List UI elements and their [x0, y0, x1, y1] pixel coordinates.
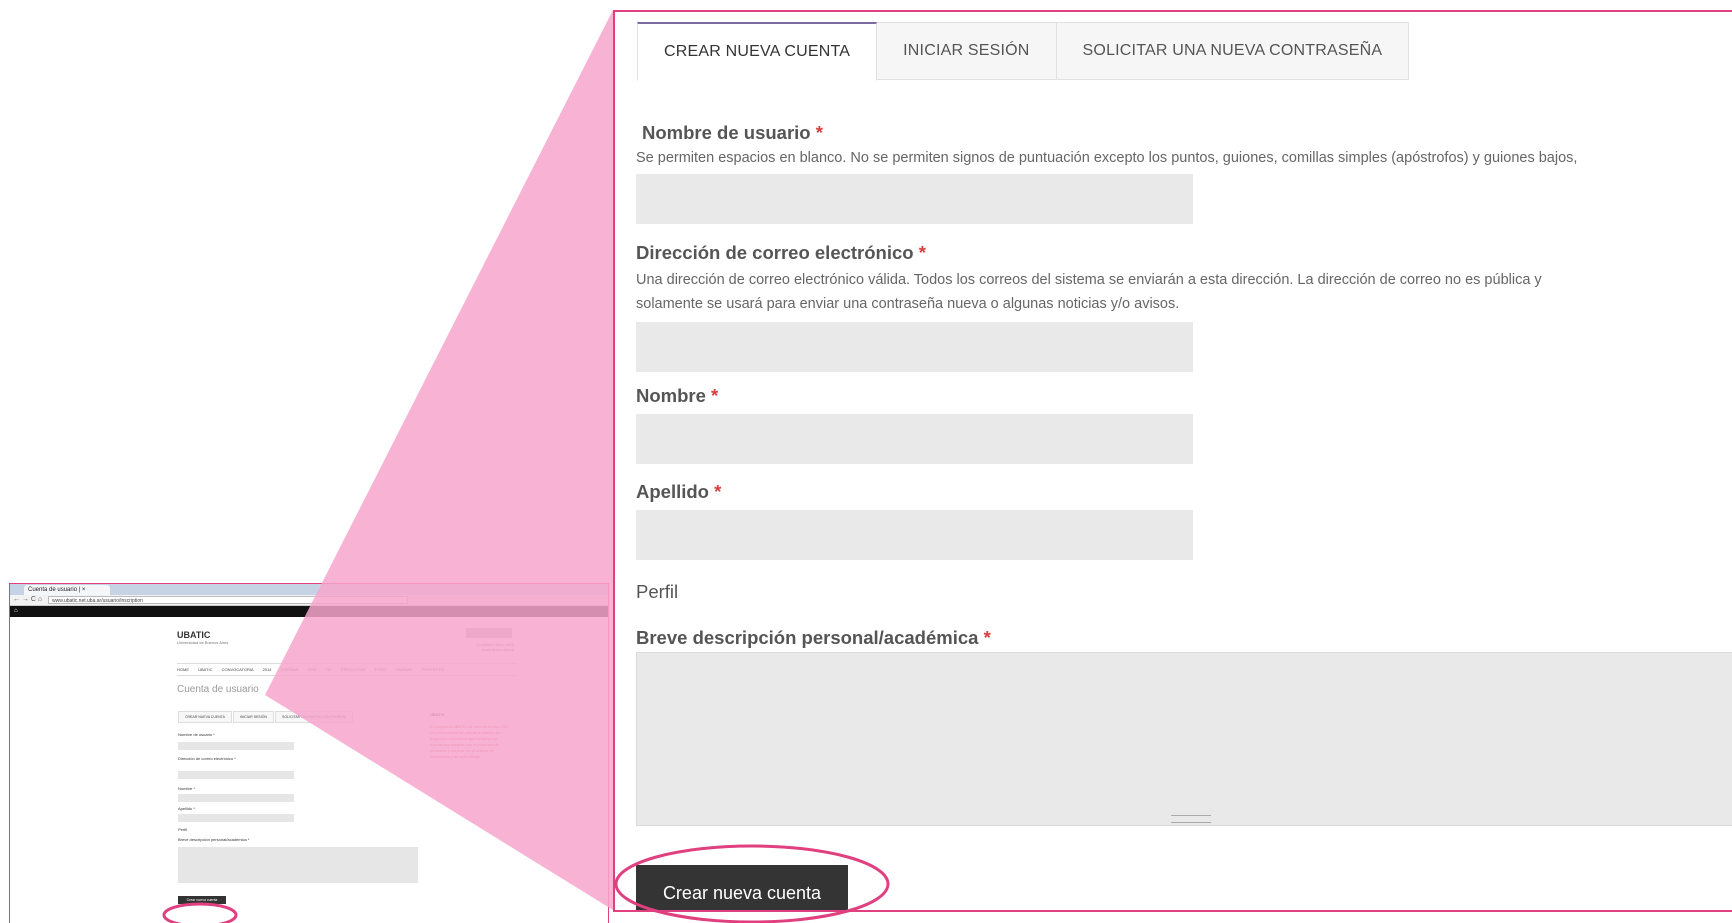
thumb-tab-reset[interactable]: SOLICITAR UNA NUEVA CONTRASEÑA — [274, 711, 354, 723]
thumb-field-firstname[interactable] — [178, 794, 294, 802]
url-field[interactable]: www.ubatic.net.uba.ar/usuario/inscriptio… — [48, 596, 408, 604]
username-label: Nombre de usuario * — [642, 122, 823, 144]
email-description-line-1: Una dirección de correo electrónico váli… — [636, 272, 1542, 288]
admin-bar: ⌂ — [10, 606, 608, 617]
email-label-text: Dirección de correo electrónico — [636, 242, 914, 263]
required-mark: * — [815, 122, 823, 143]
username-label-text: Nombre de usuario — [642, 122, 811, 143]
contact-email[interactable]: ubatic@rec.uba.ar — [450, 647, 514, 652]
home-icon[interactable]: ⌂ — [14, 606, 18, 617]
browser-tab[interactable]: Cuenta de usuario | × — [24, 585, 110, 595]
username-description: Se permiten espacios en blanco. No se pe… — [636, 150, 1578, 166]
thumb-label-profile: Perfil — [178, 827, 188, 832]
thumb-sidebar-title: UBATIC — [430, 712, 445, 717]
thumb-textarea-bio[interactable] — [178, 847, 418, 883]
bio-label-text: Breve descripción personal/académica — [636, 627, 979, 648]
thumb-tab-create[interactable]: CREAR NUEVA CUENTA — [178, 711, 232, 723]
required-mark: * — [983, 627, 991, 648]
username-input[interactable] — [636, 174, 1193, 224]
last-name-label: Apellido * — [636, 481, 721, 503]
thumb-submit-button[interactable]: Crear nueva cuenta — [178, 896, 226, 904]
bio-textarea[interactable] — [636, 652, 1732, 826]
last-name-label-text: Apellido — [636, 481, 709, 502]
bio-label: Breve descripción personal/académica * — [636, 627, 991, 649]
contact-info: Contacto: 4510-1620 ubatic@rec.uba.ar — [450, 642, 514, 652]
site-subtitle: Universidad de Buenos Aires — [177, 640, 229, 645]
thumb-label-username: Nombre de usuario * — [178, 732, 215, 737]
account-tabs: CREAR NUEVA CUENTA INICIAR SESIÓN SOLICI… — [637, 22, 1410, 81]
zoomed-form-panel: CREAR NUEVA CUENTA INICIAR SESIÓN SOLICI… — [613, 10, 1732, 912]
tab-login[interactable]: INICIAR SESIÓN — [877, 22, 1057, 80]
thumb-field-email[interactable] — [178, 771, 294, 779]
required-mark: * — [918, 242, 926, 263]
address-bar: ← → C ⌂ www.ubatic.net.uba.ar/usuario/in… — [10, 595, 608, 606]
thumb-field-lastname[interactable] — [178, 814, 294, 822]
email-label: Dirección de correo electrónico * — [636, 242, 926, 264]
create-account-button[interactable]: Crear nueva cuenta — [636, 865, 848, 910]
required-mark: * — [714, 481, 722, 502]
thumb-label-bio: Breve descripción personal/académica * — [178, 837, 250, 842]
thumb-field-username[interactable] — [178, 742, 294, 750]
thumb-label-lastname: Apellido * — [178, 806, 195, 811]
page-title: Cuenta de usuario — [177, 684, 259, 695]
thumb-tab-login[interactable]: INICIAR SESIÓN — [232, 711, 274, 723]
main-menu[interactable]: HOME UBATIC CONVOCATORIA 2014 DISEÑAR CO… — [177, 663, 517, 676]
site-title[interactable]: UBATIC — [177, 630, 228, 640]
first-name-input[interactable] — [636, 414, 1193, 464]
first-name-label: Nombre * — [636, 385, 718, 407]
thumb-label-firstname: Nombre * — [178, 786, 195, 791]
tab-create-account[interactable]: CREAR NUEVA CUENTA — [637, 22, 878, 81]
first-name-label-text: Nombre — [636, 385, 706, 406]
browser-tab-bar: Cuenta de usuario | × — [10, 584, 608, 595]
nav-arrows-icon[interactable]: ← → C ⌂ — [13, 595, 42, 605]
tab-request-password[interactable]: SOLICITAR UNA NUEVA CONTRASEÑA — [1056, 22, 1410, 80]
resize-grip-icon[interactable] — [1171, 815, 1211, 823]
thumb-tabs: CREAR NUEVA CUENTA INICIAR SESIÓN SOLICITA… — [178, 711, 354, 723]
site-header: UBATIC Universidad de Buenos Aires — [177, 630, 228, 645]
thumb-sidebar-text: El programa UBATIC se creó en el año 201… — [430, 724, 510, 759]
profile-section-heading: Perfil — [636, 581, 679, 602]
email-description-line-2: solamente se usará para enviar una contr… — [636, 296, 1180, 312]
browser-thumbnail: Cuenta de usuario | × ← → C ⌂ www.ubatic… — [9, 583, 609, 923]
last-name-input[interactable] — [636, 510, 1193, 560]
thumb-sidebar: UBATIC El programa UBATIC se creó en el … — [430, 712, 510, 760]
social-icons[interactable] — [466, 628, 512, 638]
required-mark: * — [711, 385, 719, 406]
email-input[interactable] — [636, 322, 1193, 372]
thumb-label-email: Dirección de correo electrónico * — [178, 756, 236, 761]
